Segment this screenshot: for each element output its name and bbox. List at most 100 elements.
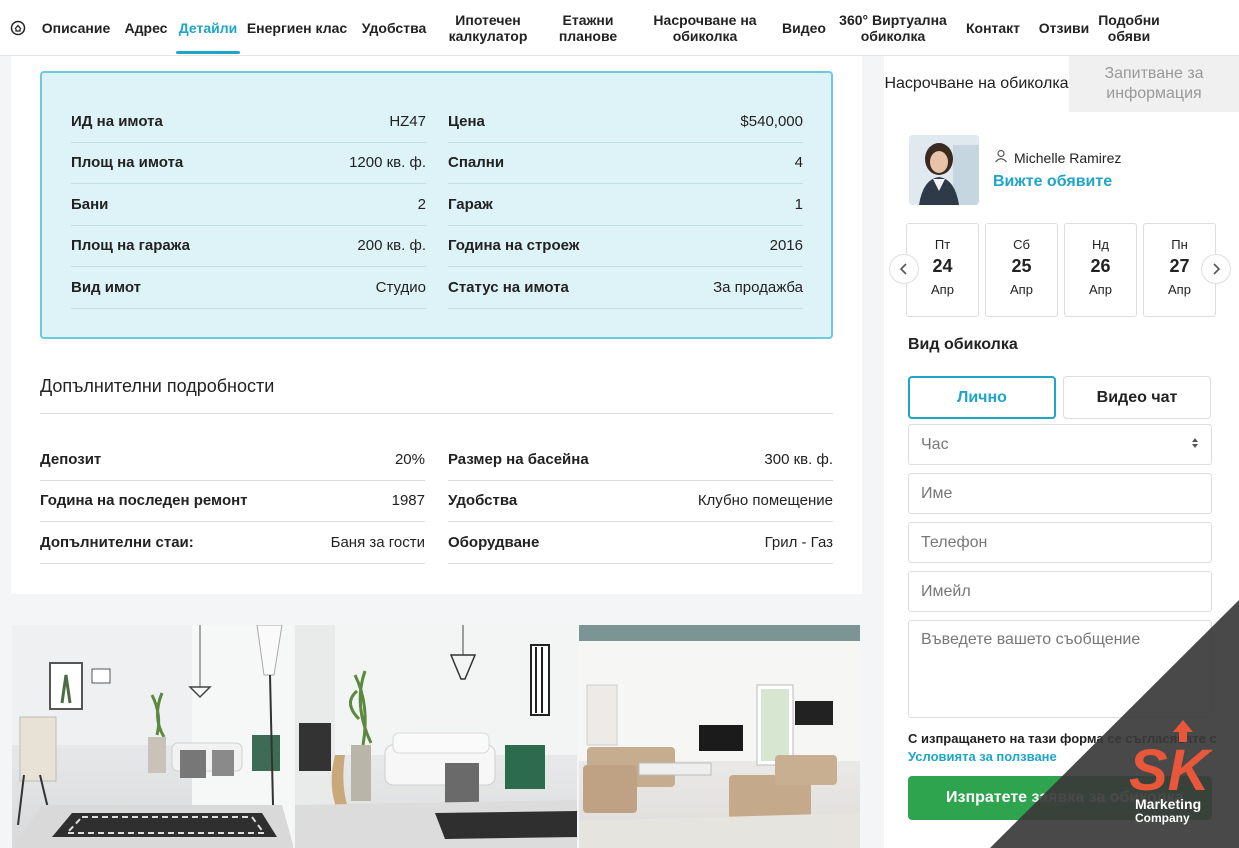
- detail-value: 1200 кв. ф.: [349, 154, 426, 172]
- detail-row: Площ на гаража 200 кв. ф.: [71, 226, 426, 267]
- nav-item[interactable]: 360° Виртуална обиколка: [832, 0, 954, 56]
- detail-key: Година на строеж: [448, 237, 580, 255]
- tab-request-info[interactable]: Запитване за информация: [1069, 56, 1239, 112]
- gallery-photo[interactable]: [12, 625, 294, 848]
- video-chat-button[interactable]: Видео чат: [1063, 376, 1211, 419]
- chevron-right-icon[interactable]: [1201, 254, 1231, 284]
- date-dow: Пн: [1171, 237, 1188, 252]
- detail-row: Размер на басейна 300 кв. ф.: [448, 439, 833, 481]
- detail-key: Допълнителни стаи:: [40, 533, 194, 551]
- detail-key: Оборудване: [448, 533, 540, 551]
- detail-row: Бани 2: [71, 184, 426, 226]
- detail-value: За продажба: [713, 278, 803, 296]
- detail-row: Оборудване Грил - Газ: [448, 522, 833, 564]
- detail-key: Депозит: [40, 450, 102, 468]
- detail-value: 200 кв. ф.: [357, 237, 426, 255]
- date-month: Апр: [931, 282, 954, 297]
- detail-key: Година на последен ремонт: [40, 492, 248, 510]
- detail-value: Студио: [375, 278, 426, 296]
- sort-arrows-icon: [1191, 436, 1199, 454]
- user-icon: [994, 149, 1008, 166]
- watermark-logo: SK Marketing Company: [1125, 718, 1215, 828]
- phone-field[interactable]: Телефон: [908, 522, 1212, 563]
- nav-item[interactable]: Етажни планове: [542, 0, 634, 56]
- detail-key: Вид имот: [71, 278, 141, 296]
- additional-details-title: Допълнителни подробности: [40, 376, 275, 396]
- time-select-value: Час: [921, 435, 949, 453]
- gallery-photo[interactable]: [578, 625, 860, 848]
- detail-row: Площ на имота 1200 кв. ф.: [71, 143, 426, 184]
- nav-item[interactable]: Удобства: [354, 0, 434, 56]
- date-month: Апр: [1168, 282, 1191, 297]
- detail-value: 2016: [769, 237, 803, 255]
- date-picker: Пт 24 Апр Сб 25 Апр Нд 26 Апр Пн 27 Апр: [906, 223, 1239, 318]
- detail-row: Депозит 20%: [40, 439, 425, 481]
- detail-key: Размер на басейна: [448, 450, 589, 468]
- date-day: 25: [1011, 256, 1032, 276]
- date-card[interactable]: Сб 25 Апр: [985, 223, 1058, 317]
- detail-row: ИД на имота HZ47: [71, 101, 426, 143]
- detail-row: Допълнителни стаи: Баня за гости: [40, 522, 425, 564]
- detail-value: 4: [794, 154, 803, 172]
- time-select[interactable]: Час: [908, 424, 1212, 465]
- detail-value: 1987: [391, 492, 425, 510]
- photo-gallery: [12, 625, 860, 848]
- detail-value: 1: [794, 195, 803, 213]
- detail-key: Спални: [448, 154, 505, 172]
- detail-key: Площ на гаража: [71, 237, 190, 255]
- detail-value: 2: [417, 195, 426, 213]
- agent-name-text: Michelle Ramirez: [1014, 149, 1122, 166]
- detail-row: Гараж 1: [448, 184, 803, 226]
- date-dow: Нд: [1092, 237, 1109, 252]
- name-field[interactable]: Име: [908, 473, 1212, 514]
- nav-item[interactable]: Подобни обяви: [1096, 0, 1162, 56]
- date-card[interactable]: Нд 26 Апр: [1064, 223, 1137, 317]
- nav-item[interactable]: Описание: [36, 0, 116, 56]
- watermark-line1: Marketing: [1135, 796, 1201, 812]
- detail-key: Гараж: [448, 195, 493, 213]
- nav-item[interactable]: Насрочване на обиколка: [634, 0, 776, 56]
- agent-avatar: [909, 135, 979, 205]
- detail-key: ИД на имота: [71, 112, 163, 130]
- date-month: Апр: [1010, 282, 1033, 297]
- details-left-column: ИД на имота HZ47 Площ на имота 1200 кв. ф. Б…: [71, 101, 426, 309]
- agent-name: Michelle Ramirez: [994, 149, 1121, 166]
- email-field[interactable]: Имейл: [908, 571, 1212, 612]
- date-dow: Пт: [934, 237, 951, 252]
- message-field[interactable]: Въведете вашето съобщение: [908, 620, 1212, 718]
- detail-row: Цена $540,000: [448, 101, 803, 143]
- detail-row: Удобства Клубно помещение: [448, 481, 833, 522]
- nav-item[interactable]: Видео: [776, 0, 832, 56]
- detail-value: $540,000: [740, 112, 803, 130]
- detail-key: Площ на имота: [71, 154, 184, 172]
- detail-value: Баня за гости: [330, 533, 425, 551]
- watermark-letters: SK: [1129, 738, 1214, 803]
- nav-item[interactable]: Отзиви: [1032, 0, 1096, 56]
- in-person-button[interactable]: Лично: [908, 376, 1056, 419]
- date-month: Апр: [1089, 282, 1112, 297]
- nav-item[interactable]: Енергиен клас: [240, 0, 354, 56]
- detail-key: Цена: [448, 112, 485, 130]
- detail-value: HZ47: [389, 112, 426, 130]
- date-day: 26: [1090, 256, 1111, 276]
- additional-right-column: Размер на басейна 300 кв. ф. Удобства Клубн…: [448, 439, 833, 564]
- chevron-left-icon[interactable]: [889, 254, 919, 284]
- date-dow: Сб: [1013, 237, 1030, 252]
- detail-row: Година на последен ремонт 1987: [40, 481, 425, 522]
- divider: [40, 413, 833, 414]
- view-listings-link[interactable]: Вижте обявите: [993, 173, 1112, 191]
- terms-link[interactable]: Условията за ползване: [908, 749, 1057, 764]
- nav-item[interactable]: Детайли: [176, 0, 240, 56]
- nav-item[interactable]: Ипотечен калкулатор: [434, 0, 542, 56]
- details-right-column: Цена $540,000 Спални 4 Гараж 1 Година на строе…: [448, 101, 803, 309]
- additional-left-column: Депозит 20% Година на последен ремонт 1987 Д…: [40, 439, 425, 564]
- detail-key: Статус на имота: [448, 278, 569, 296]
- detail-value: Грил - Газ: [764, 533, 833, 551]
- gallery-photo[interactable]: [295, 625, 577, 848]
- home-icon[interactable]: [0, 20, 36, 36]
- detail-row: Година на строеж 2016: [448, 226, 803, 267]
- nav-item[interactable]: Контакт: [954, 0, 1032, 56]
- tab-schedule-tour[interactable]: Насрочване на обиколка: [884, 56, 1069, 112]
- nav-item[interactable]: Адрес: [116, 0, 176, 56]
- top-navigation: Описание Адрес Детайли Енергиен клас Удобств…: [0, 0, 1239, 56]
